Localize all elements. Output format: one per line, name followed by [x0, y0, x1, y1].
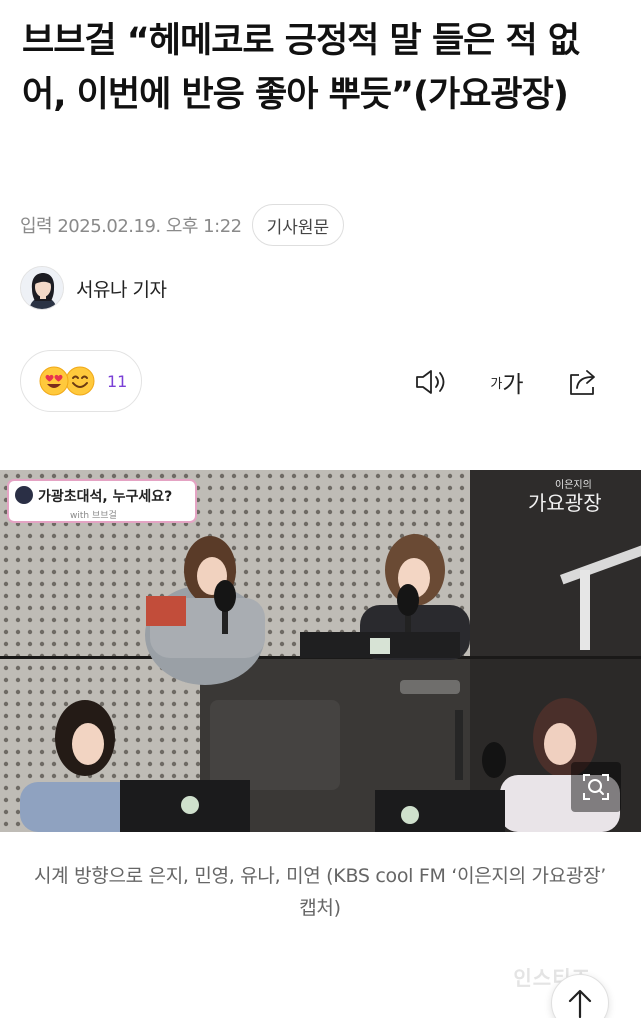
studio-logo: 가요광장 — [528, 491, 602, 515]
reaction-button[interactable]: 11 — [20, 350, 142, 412]
broadcast-banner-sub: with 브브걸 — [70, 510, 117, 521]
broadcast-banner-title: 가광초대석, 누구세요? — [38, 488, 172, 505]
share-button[interactable] — [563, 362, 603, 402]
zoom-icon — [583, 774, 609, 800]
font-small-label: 가 — [490, 376, 503, 392]
reaction-count: 11 — [107, 371, 128, 391]
studio-logo-top: 이은지의 — [555, 479, 592, 491]
photo-zoom-button[interactable] — [571, 762, 621, 812]
arrow-up-icon — [568, 989, 592, 1018]
article-meta: 입력 2025.02.19. 오후 1:22 기사원문 — [20, 204, 345, 246]
grinning-emoji-icon — [65, 366, 95, 396]
article-headline: 브브걸 “헤메코로 긍정적 말 들은 적 없어, 이번에 반응 좋아 뿌듯”(가… — [22, 21, 580, 115]
original-article-button[interactable]: 기사원문 — [251, 204, 345, 246]
studio-photo: 가광초대석, 누구세요? with 브브걸 이은지의 가요광장 — [0, 470, 641, 832]
reaction-emojis — [39, 366, 95, 396]
photo-caption: 시계 방향으로 은지, 민영, 유나, 미연 (KBS cool FM ‘이은지… — [34, 865, 606, 919]
font-large-label: 가 — [502, 372, 524, 398]
article-toolbar: 가가 — [411, 362, 603, 402]
author-name: 서유나 기자 — [76, 278, 167, 301]
speaker-icon — [416, 370, 445, 394]
reporter-avatar — [20, 266, 64, 310]
article-photo[interactable]: 가광초대석, 누구세요? with 브브걸 이은지의 가요광장 — [0, 470, 641, 832]
heart-eyes-emoji-icon — [39, 366, 69, 396]
author-link[interactable]: 서유나 기자 — [20, 266, 167, 310]
font-size-button[interactable]: 가가 — [487, 362, 527, 402]
publish-date: 입력 2025.02.19. 오후 1:22 — [20, 216, 242, 237]
article-page: 브브걸 “헤메코로 긍정적 말 들은 적 없어, 이번에 반응 좋아 뿌듯”(가… — [0, 0, 641, 1018]
share-icon — [570, 370, 595, 395]
listen-button[interactable] — [411, 362, 451, 402]
scroll-to-top-button[interactable] — [551, 974, 609, 1018]
